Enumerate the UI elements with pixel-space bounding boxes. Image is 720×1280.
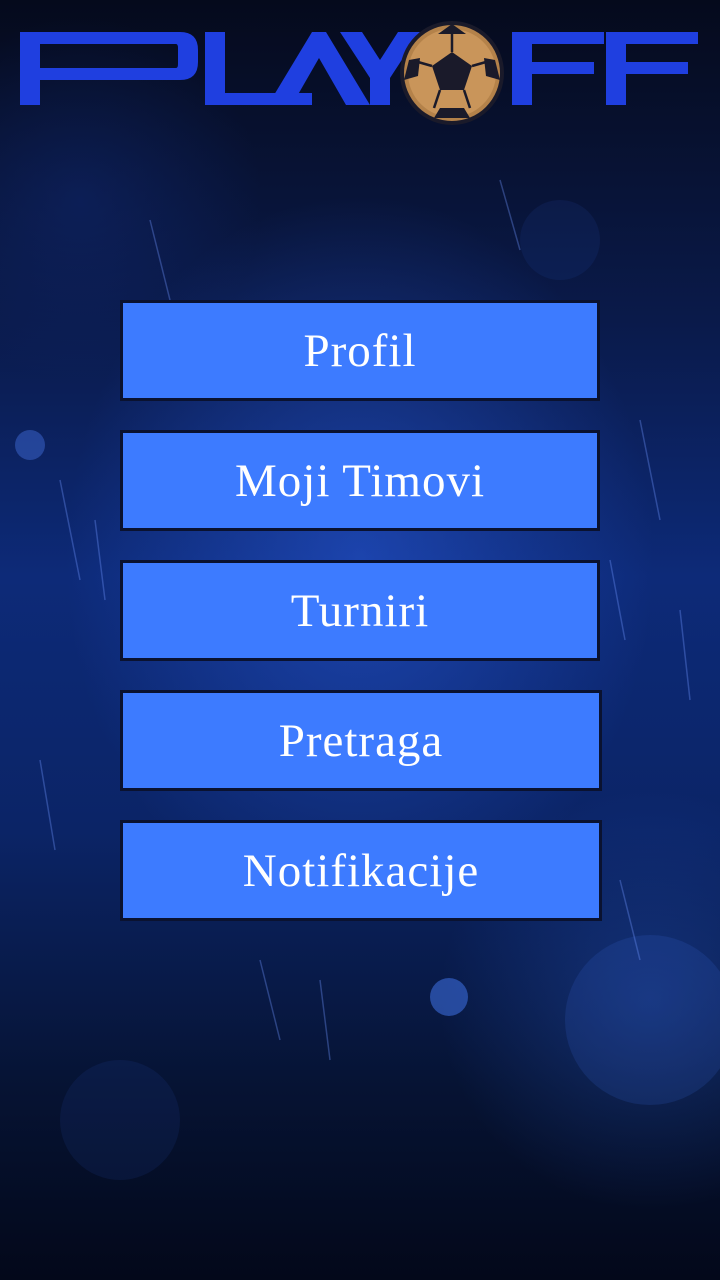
soccer-ball-icon [400,21,504,125]
main-menu: Profil Moji Timovi Turniri Pretraga Noti… [120,300,602,950]
app-logo [20,21,698,125]
notifications-button[interactable]: Notifikacije [120,820,602,921]
tournaments-button[interactable]: Turniri [120,560,600,661]
my-teams-button[interactable]: Moji Timovi [120,430,600,531]
profile-button[interactable]: Profil [120,300,600,401]
search-button[interactable]: Pretraga [120,690,602,791]
logo-wordmark [20,32,698,105]
